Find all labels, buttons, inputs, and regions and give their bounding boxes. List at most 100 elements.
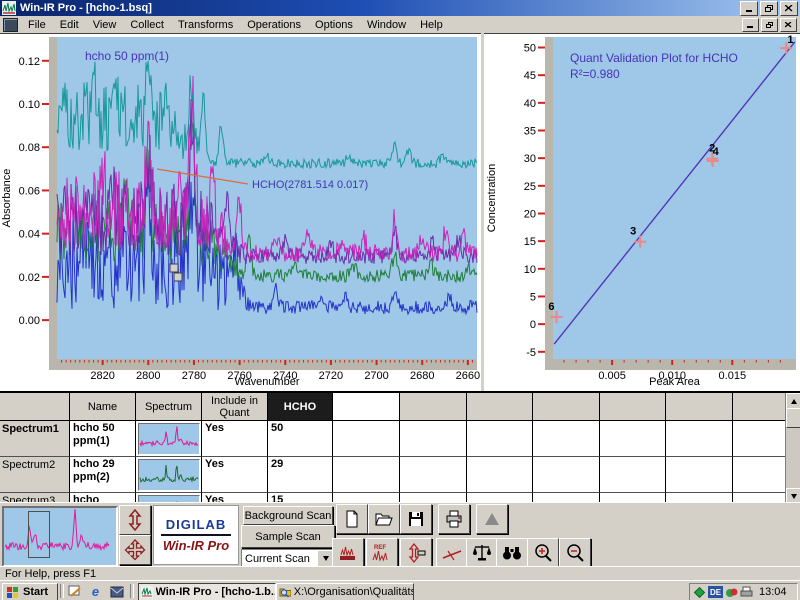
reference-spectrum-button[interactable]: REF	[366, 538, 398, 568]
svg-text:Peak Area: Peak Area	[649, 376, 701, 388]
close-button[interactable]	[780, 1, 798, 16]
winir-task-icon	[141, 586, 153, 598]
svg-text:hcho 50 ppm(1): hcho 50 ppm(1)	[85, 49, 169, 63]
quantify-scales-button[interactable]	[466, 538, 498, 568]
menu-edit[interactable]: Edit	[53, 18, 86, 32]
open-file-button[interactable]	[368, 504, 400, 534]
svg-text:20: 20	[524, 208, 536, 220]
new-document-button[interactable]	[336, 504, 368, 534]
table-cell-empty[interactable]	[666, 421, 733, 457]
svg-text:40: 40	[524, 98, 536, 110]
svg-text:15: 15	[524, 236, 536, 248]
svg-text:30: 30	[524, 153, 536, 165]
tray-status-icon[interactable]	[725, 586, 738, 599]
table-cell-empty[interactable]	[400, 457, 467, 493]
expand-y-button[interactable]	[119, 505, 151, 535]
quicklaunch-outlook[interactable]	[108, 584, 125, 599]
menu-options[interactable]: Options	[308, 18, 360, 32]
table-cell-empty[interactable]	[600, 421, 666, 457]
restore-icon	[766, 22, 774, 29]
zoom-out-button[interactable]	[559, 538, 591, 568]
column-header-empty	[666, 393, 733, 421]
menu-file[interactable]: File	[21, 18, 53, 32]
table-cell-empty[interactable]	[600, 457, 666, 493]
scroll-up-button[interactable]	[786, 393, 800, 409]
column-header-component[interactable]: HCHO	[268, 393, 333, 421]
baseline-correct-button[interactable]	[332, 538, 364, 568]
table-cell-empty[interactable]	[333, 421, 400, 457]
tray-green-icon[interactable]	[693, 586, 706, 599]
minimize-button[interactable]	[740, 1, 758, 16]
column-header-include[interactable]: Include in Quant	[202, 393, 268, 421]
table-cell-empty[interactable]	[467, 457, 533, 493]
sample-scan-button[interactable]: Sample Scan	[241, 525, 335, 548]
task-button-explorer[interactable]: X:\Organisation\Qualitäts...	[276, 583, 414, 600]
document-icon[interactable]	[3, 18, 18, 32]
expand-xy-button[interactable]	[119, 535, 151, 565]
cell-spectrum-thumbnail[interactable]	[136, 457, 202, 493]
printer-icon	[444, 509, 464, 529]
save-file-button[interactable]	[400, 504, 432, 534]
table-cell-empty[interactable]	[333, 457, 400, 493]
svg-text:R²=0.980: R²=0.980	[570, 67, 620, 81]
menu-window[interactable]: Window	[360, 18, 413, 32]
quicklaunch-internet-explorer[interactable]: e	[87, 584, 104, 599]
taskbar-separator	[60, 584, 64, 598]
cell-value[interactable]: 50	[268, 421, 333, 457]
table-cell-empty[interactable]	[400, 421, 467, 457]
menu-help[interactable]: Help	[413, 18, 450, 32]
up-triangle-button[interactable]	[476, 504, 508, 534]
scale-expand-button[interactable]	[400, 538, 432, 568]
search-binoculars-button[interactable]	[496, 538, 528, 568]
quicklaunch-show-desktop[interactable]	[66, 584, 83, 599]
svg-text:50: 50	[524, 43, 536, 55]
menu-view[interactable]: View	[86, 18, 124, 32]
quant-validation-plot[interactable]: 50454035302520151050-50.0050.0100.015Pea…	[484, 34, 800, 392]
cell-include[interactable]: Yes	[202, 457, 268, 493]
language-indicator[interactable]: DE	[708, 586, 723, 598]
tray-printer-icon[interactable]	[740, 586, 753, 598]
task-button-winir[interactable]: Win-IR Pro - [hcho-1.b...	[138, 583, 276, 600]
cell-value[interactable]: 29	[268, 457, 333, 493]
background-scan-button[interactable]: Background Scan	[243, 506, 333, 525]
zoom-in-button[interactable]	[527, 538, 559, 568]
menu-transforms[interactable]: Transforms	[171, 18, 240, 32]
show-desktop-icon	[68, 585, 82, 598]
svg-text:1: 1	[787, 34, 793, 46]
cell-name[interactable]: hcho 50 ppm(1)	[70, 421, 136, 457]
new-document-icon	[342, 509, 362, 529]
table-cell-empty[interactable]	[733, 457, 786, 493]
row-header[interactable]: Spectrum1	[0, 421, 70, 457]
zoom-in-icon	[532, 542, 554, 564]
absorbance-spectrum-plot[interactable]: 0.120.100.080.060.040.020.00282028002780…	[0, 34, 481, 392]
menu-collect[interactable]: Collect	[123, 18, 171, 32]
svg-text:4: 4	[713, 146, 720, 158]
mdi-restore-button[interactable]	[761, 18, 778, 32]
minimize-icon	[745, 5, 753, 12]
table-scrollbar[interactable]	[785, 393, 800, 504]
table-cell-empty[interactable]	[666, 457, 733, 493]
table-cell-empty[interactable]	[533, 457, 600, 493]
cell-name[interactable]: hcho 29 ppm(2)	[70, 457, 136, 493]
table-cell-empty[interactable]	[467, 421, 533, 457]
print-button[interactable]	[438, 504, 470, 534]
column-header-name[interactable]: Name	[70, 393, 136, 421]
window-title: Win-IR Pro - [hcho-1.bsq]	[20, 2, 152, 14]
mdi-minimize-button[interactable]	[742, 18, 759, 32]
mdi-close-button[interactable]	[780, 18, 797, 32]
spectrum-preview[interactable]	[2, 506, 118, 567]
binoculars-icon	[501, 542, 523, 564]
scrollbar-thumb[interactable]	[786, 408, 800, 428]
svg-text:6: 6	[548, 301, 554, 313]
cell-include[interactable]: Yes	[202, 421, 268, 457]
menu-operations[interactable]: Operations	[240, 18, 308, 32]
restore-button[interactable]	[760, 1, 778, 16]
column-header-spectrum[interactable]: Spectrum	[136, 393, 202, 421]
table-cell-empty[interactable]	[733, 421, 786, 457]
preview-selection-rect[interactable]	[28, 511, 50, 558]
start-button[interactable]: Start	[2, 583, 58, 600]
row-header[interactable]: Spectrum2	[0, 457, 70, 493]
annotate-line-button[interactable]	[436, 538, 468, 568]
cell-spectrum-thumbnail[interactable]	[136, 421, 202, 457]
table-cell-empty[interactable]	[533, 421, 600, 457]
